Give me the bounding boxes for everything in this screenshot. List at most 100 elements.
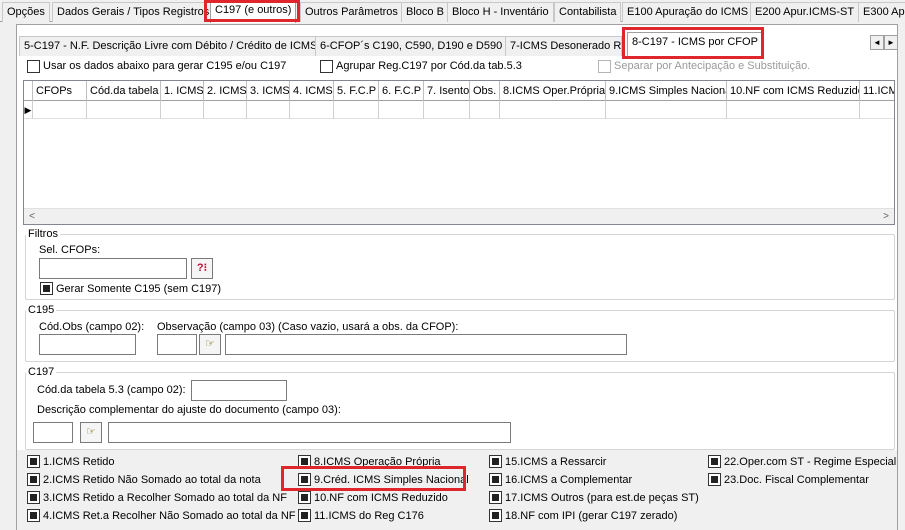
- check-22-oper-st-regime[interactable]: [708, 455, 721, 468]
- separate-checkbox[interactable]: [598, 60, 611, 73]
- grid-cell[interactable]: [33, 101, 87, 119]
- grid-cell[interactable]: [727, 101, 860, 119]
- check-16-icms-complementar[interactable]: [489, 473, 502, 486]
- grid-header: CFOPs Cód.da tabela 1. ICMS 2. ICMS 3. I…: [24, 81, 894, 101]
- grid-col-cod-tabela[interactable]: Cód.da tabela: [87, 81, 161, 101]
- check-15-icms-ressarcir[interactable]: [489, 455, 502, 468]
- cod-tabela-input[interactable]: [191, 380, 287, 401]
- grid-col-cfops[interactable]: CFOPs: [33, 81, 87, 101]
- table-row[interactable]: ▶: [24, 101, 894, 119]
- check-15-label: 15.ICMS a Ressarcir: [505, 456, 607, 468]
- tab-e100[interactable]: E100 Apuração do ICMS: [622, 2, 754, 22]
- grid-horizontal-scrollbar[interactable]: < >: [24, 208, 894, 224]
- cod-tabela-label: Cód.da tabela 5.3 (campo 02):: [37, 384, 186, 396]
- check-23-label: 23.Doc. Fiscal Complementar: [724, 474, 869, 486]
- grid-col-icms-simples[interactable]: 9.ICMS Simples Nacional: [606, 81, 727, 101]
- check-16-label: 16.ICMS a Complementar: [505, 474, 633, 486]
- observacao-label: Observação (campo 03) (Caso vazio, usará…: [157, 321, 459, 333]
- observacao-code-input[interactable]: [157, 334, 197, 355]
- group-reg-label: Agrupar Reg.C197 por Cód.da tab.5.3: [336, 60, 522, 72]
- tab-dados-gerais[interactable]: Dados Gerais / Tipos Registros: [52, 2, 215, 22]
- grid-col-icms-3[interactable]: 3. ICMS: [247, 81, 290, 101]
- tab-scroll-left-button[interactable]: ◄: [870, 35, 884, 50]
- observacao-text-input[interactable]: [225, 334, 627, 355]
- cod-obs-label: Cód.Obs (campo 02):: [39, 321, 145, 333]
- tab-bloco-b[interactable]: Bloco B: [401, 2, 449, 22]
- grid-cell[interactable]: [470, 101, 500, 119]
- grid-col-nf-icms-reduzido[interactable]: 10.NF com ICMS Reduzido: [727, 81, 860, 101]
- descricao-label: Descrição complementar do ajuste do docu…: [37, 404, 341, 416]
- descricao-text-input[interactable]: [108, 422, 511, 443]
- grid-col-isento[interactable]: 7. Isento: [424, 81, 470, 101]
- grid-cell[interactable]: [87, 101, 161, 119]
- check-4-label: 4.ICMS Ret.a Recolher Não Somado ao tota…: [43, 510, 296, 522]
- grid-cell[interactable]: [247, 101, 290, 119]
- tab-e300[interactable]: E300 Apu: [858, 2, 905, 22]
- check-18-nf-com-ipi[interactable]: [489, 509, 502, 522]
- highlight-check-9: [281, 466, 466, 491]
- sel-cfops-input[interactable]: [39, 258, 187, 279]
- grid-cell[interactable]: [334, 101, 379, 119]
- c197-title: C197: [26, 366, 57, 378]
- tab-bloco-h[interactable]: Bloco H - Inventário: [447, 2, 554, 22]
- grid-col-fcp-5[interactable]: 5. F.C.P: [334, 81, 379, 101]
- sel-cfops-label: Sel. CFOPs:: [39, 244, 101, 256]
- subtab-7-icms-desonerado[interactable]: 7-ICMS Desonerado RJ: [505, 36, 622, 56]
- row-indicator: ▶: [24, 101, 33, 119]
- grid-cell[interactable]: [290, 101, 334, 119]
- check-23-doc-fiscal-complementar[interactable]: [708, 473, 721, 486]
- grid-cell[interactable]: [379, 101, 424, 119]
- check-17-icms-outros[interactable]: [489, 491, 502, 504]
- check-11-label: 11.ICMS do Reg C176: [314, 510, 424, 522]
- check-17-label: 17.ICMS Outros (para est.de peças ST): [505, 492, 699, 504]
- grid-col-icms-11[interactable]: 11.ICMS: [860, 81, 894, 101]
- only-c195-label: Gerar Somente C195 (sem C197): [56, 283, 222, 295]
- check-1-label: 1.ICMS Retido: [43, 456, 115, 468]
- check-10-label: 10.NF com ICMS Reduzido: [314, 492, 448, 504]
- subtab-5-c197[interactable]: 5-C197 - N.F. Descrição Livre com Débito…: [19, 36, 323, 56]
- grid-cell[interactable]: [161, 101, 204, 119]
- grid-col-fcp-6[interactable]: 6. F.C.P: [379, 81, 424, 101]
- grid-col-obs[interactable]: Obs.: [470, 81, 500, 101]
- check-10-nf-icms-reduzido[interactable]: [298, 491, 311, 504]
- check-4-icms-ret-recolher-nao-somado[interactable]: [27, 509, 40, 522]
- tab-opcoes[interactable]: Opções: [2, 2, 50, 22]
- use-data-label: Usar os dados abaixo para gerar C195 e/o…: [43, 60, 287, 72]
- grid-cell[interactable]: [424, 101, 470, 119]
- tab-outros-parametros[interactable]: Outros Parâmetros: [300, 2, 403, 22]
- descricao-code-input[interactable]: [33, 422, 73, 443]
- use-data-checkbox[interactable]: [27, 60, 40, 73]
- sel-cfops-button[interactable]: ?⁝: [191, 258, 213, 279]
- grid-cell[interactable]: [204, 101, 247, 119]
- check-1-icms-retido[interactable]: [27, 455, 40, 468]
- check-2-icms-retido-nao-somado[interactable]: [27, 473, 40, 486]
- cfop-grid[interactable]: CFOPs Cód.da tabela 1. ICMS 2. ICMS 3. I…: [23, 80, 895, 225]
- tab-e200[interactable]: E200 Apur.ICMS-ST: [750, 2, 860, 22]
- check-11-icms-reg-c176[interactable]: [298, 509, 311, 522]
- grid-col-icms-2[interactable]: 2. ICMS: [204, 81, 247, 101]
- highlight-c197-tab: [204, 0, 300, 22]
- tab-scroll-right-button[interactable]: ►: [884, 35, 898, 50]
- main-tab-strip: Opções Dados Gerais / Tipos Registros C1…: [0, 0, 905, 23]
- cod-obs-input[interactable]: [39, 334, 136, 355]
- check-3-icms-retido-recolher[interactable]: [27, 491, 40, 504]
- group-reg-checkbox[interactable]: [320, 60, 333, 73]
- grid-col-icms-1[interactable]: 1. ICMS: [161, 81, 204, 101]
- grid-cell[interactable]: [606, 101, 727, 119]
- highlight-subtab-8: [622, 27, 764, 59]
- c195-title: C195: [26, 304, 57, 316]
- check-18-label: 18.NF com IPI (gerar C197 zerado): [505, 510, 678, 522]
- tab-contabilista[interactable]: Contabilista: [554, 2, 622, 22]
- only-c195-checkbox[interactable]: [40, 282, 53, 295]
- scroll-left-arrow[interactable]: <: [24, 209, 40, 225]
- check-3-label: 3.ICMS Retido a Recolher Somado ao total…: [43, 492, 287, 504]
- check-22-label: 22.Oper.com ST - Regime Especial: [724, 456, 897, 468]
- grid-col-icms-oper-propria[interactable]: 8.ICMS Oper.Própria: [500, 81, 606, 101]
- descricao-pick-button[interactable]: ☞: [80, 422, 102, 443]
- subtab-6-cfop[interactable]: 6-CFOP´s C190, C590, D190 e D590: [315, 36, 508, 56]
- observacao-pick-button[interactable]: ☞: [199, 334, 221, 355]
- scroll-right-arrow[interactable]: >: [878, 209, 894, 225]
- grid-col-icms-4[interactable]: 4. ICMS: [290, 81, 334, 101]
- grid-cell[interactable]: [500, 101, 606, 119]
- filtros-title: Filtros: [26, 228, 60, 240]
